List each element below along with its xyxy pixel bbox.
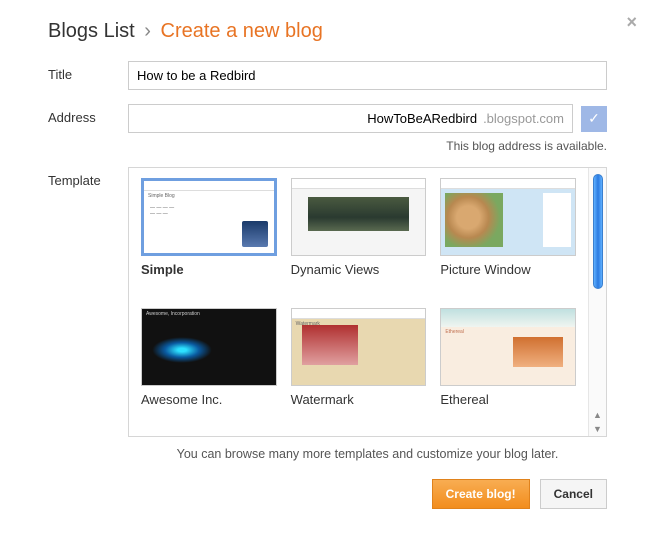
dialog-actions: Create blog! Cancel xyxy=(48,479,607,509)
template-thumb xyxy=(291,178,427,256)
template-thumb xyxy=(440,178,576,256)
check-icon: ✓ xyxy=(581,106,607,132)
create-blog-button[interactable]: Create blog! xyxy=(432,479,530,509)
template-name: Watermark xyxy=(291,392,427,407)
template-awesome-inc[interactable]: Awesome, Incorporation Awesome Inc. xyxy=(141,308,277,426)
template-dynamic-views[interactable]: Dynamic Views xyxy=(291,178,427,296)
template-simple[interactable]: Simple Blog — — — —— — — Simple xyxy=(141,178,277,296)
template-name: Awesome Inc. xyxy=(141,392,277,407)
template-thumb: Simple Blog — — — —— — — xyxy=(141,178,277,256)
template-label: Template xyxy=(48,167,128,188)
browse-templates-msg: You can browse many more templates and c… xyxy=(128,447,607,461)
template-name: Dynamic Views xyxy=(291,262,427,277)
template-picture-window[interactable]: Picture Window xyxy=(440,178,576,296)
scrollbar-thumb[interactable] xyxy=(593,174,603,289)
template-grid[interactable]: Simple Blog — — — —— — — Simple Dynamic … xyxy=(129,168,588,436)
breadcrumb-blogs-list[interactable]: Blogs List xyxy=(48,20,135,42)
template-thumb: Awesome, Incorporation xyxy=(141,308,277,386)
template-name: Simple xyxy=(141,262,277,277)
address-available-msg: This blog address is available. xyxy=(128,139,607,153)
template-thumb: Ethereal xyxy=(440,308,576,386)
title-label: Title xyxy=(48,61,128,82)
template-thumb: Watermark xyxy=(291,308,427,386)
template-watermark[interactable]: Watermark Watermark xyxy=(291,308,427,426)
address-box: .blogspot.com xyxy=(128,104,573,133)
address-input[interactable] xyxy=(137,109,479,128)
template-name: Picture Window xyxy=(440,262,576,277)
title-input[interactable] xyxy=(128,61,607,90)
template-ethereal[interactable]: Ethereal Ethereal xyxy=(440,308,576,426)
scroll-down-icon[interactable]: ▼ xyxy=(593,422,602,436)
breadcrumb-create: Create a new blog xyxy=(161,20,323,42)
cancel-button[interactable]: Cancel xyxy=(540,479,607,509)
breadcrumb: Blogs List › Create a new blog xyxy=(48,20,607,43)
address-label: Address xyxy=(48,104,128,125)
close-icon[interactable]: × xyxy=(626,12,637,33)
template-name: Ethereal xyxy=(440,392,576,407)
breadcrumb-separator: › xyxy=(144,20,151,42)
create-blog-dialog: × Blogs List › Create a new blog Title A… xyxy=(0,0,655,529)
address-suffix: .blogspot.com xyxy=(483,111,564,126)
scrollbar[interactable]: ▲ ▼ xyxy=(588,168,606,436)
scroll-up-icon[interactable]: ▲ xyxy=(593,408,602,422)
template-picker: Simple Blog — — — —— — — Simple Dynamic … xyxy=(128,167,607,437)
